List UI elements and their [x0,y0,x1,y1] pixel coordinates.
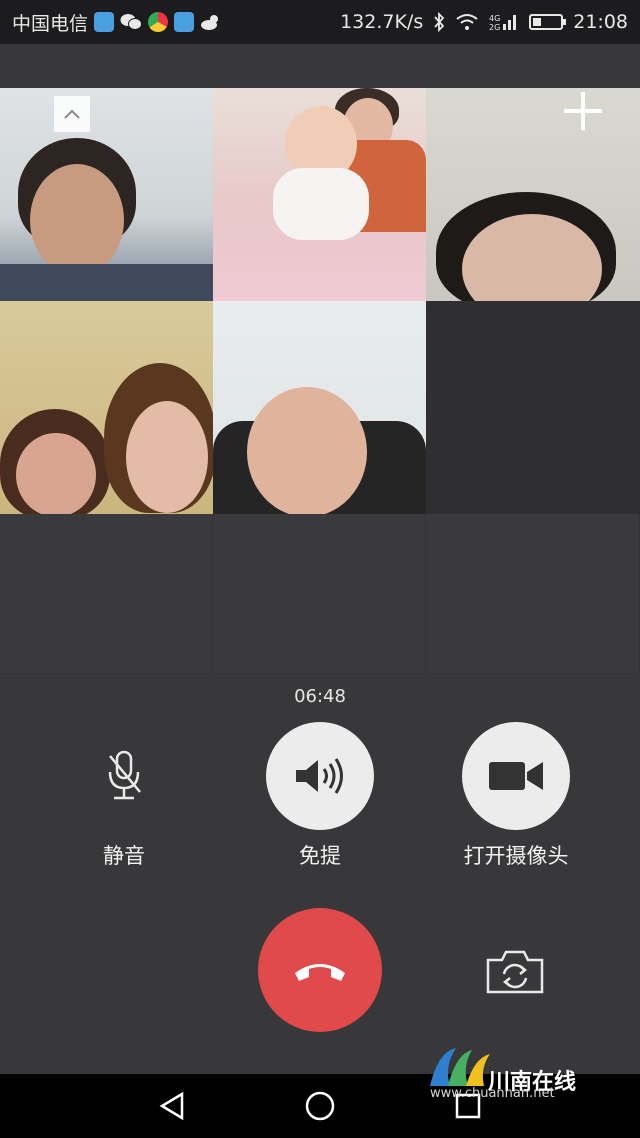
signal-icon: 4G 2G [489,14,517,32]
mute-button[interactable] [70,722,178,830]
camera-button[interactable] [462,722,570,830]
participant-video-4[interactable] [0,301,213,514]
add-participant-icon[interactable] [560,88,606,134]
empty-slot [0,514,213,674]
switch-camera-button[interactable] [484,948,546,996]
speaker-label: 免提 [299,844,341,868]
video-grid [0,88,640,674]
hangup-button[interactable] [258,908,382,1032]
participant-face [30,164,124,276]
svg-text:4G: 4G [489,14,500,23]
watermark-url: www.chuannan.net [430,1086,555,1101]
mute-control[interactable]: 静音 [54,722,194,870]
chevron-up-icon [64,109,80,119]
camera-label: 打开摄像头 [463,844,569,868]
baby-clothes [273,168,369,240]
empty-slot [213,514,426,674]
wechat-icon [120,14,143,30]
participant-video-5[interactable] [213,301,426,514]
carrier-name: 中国电信 [12,12,89,35]
phone-hangup-icon [295,964,345,981]
participant-face [126,401,208,513]
empty-slot [426,301,640,514]
participant-video-3[interactable] [426,88,640,301]
microphone-off-icon [108,750,141,800]
home-icon [305,1091,335,1121]
participant-clothes [0,264,213,301]
back-button[interactable] [152,1086,192,1126]
participant-face [16,433,96,514]
speaker-control[interactable]: 免提 [250,722,390,870]
back-icon [159,1091,184,1121]
bluetooth-icon [434,12,445,32]
weather-icon [201,15,219,30]
participant-video-2[interactable] [213,88,426,301]
wifi-icon [456,14,478,30]
battery-icon [529,14,567,30]
app-icon [94,12,115,32]
network-speed: 132.7K/s [340,11,424,33]
mute-label: 静音 [103,844,145,868]
video-camera-icon [489,762,543,790]
status-left: 中国电信 [12,9,222,36]
app-icon [174,12,195,32]
svg-text:2G: 2G [489,23,500,32]
speaker-button[interactable] [266,722,374,830]
status-bar: 中国电信 132.7K/s 4G 2G 21:08 [0,0,640,44]
participant-video-1[interactable] [0,88,213,301]
watermark-logo [430,1048,490,1086]
home-button[interactable] [300,1086,340,1126]
collapse-button[interactable] [54,96,90,132]
clock: 21:08 [573,11,628,33]
call-timer: 06:48 [294,686,346,707]
empty-slot [426,514,640,674]
speaker-icon [296,758,343,794]
camera-control[interactable]: 打开摄像头 [446,722,586,870]
status-right: 132.7K/s 4G 2G 21:08 [340,11,628,33]
chrome-icon [148,12,169,32]
watermark: 川南在线 www.chuannan.net [428,1046,628,1102]
participant-face [247,387,367,514]
switch-camera-icon [486,950,544,994]
